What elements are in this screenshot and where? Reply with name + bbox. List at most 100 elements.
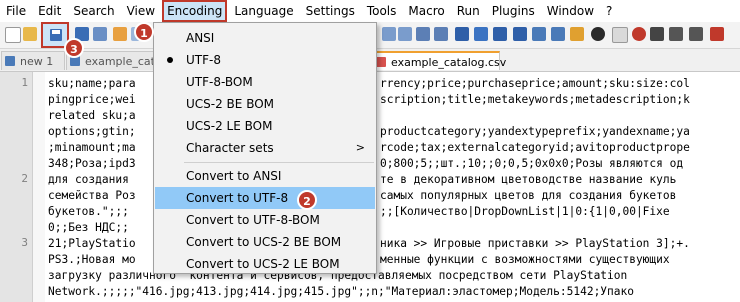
code-line: букетов.";;; xyxy=(48,205,129,218)
floppy-disk-icon xyxy=(50,29,62,41)
code-line: 348;Роза;ipd3 xyxy=(48,157,136,170)
code-line: options;gtin; xyxy=(48,125,136,138)
sync-h-icon[interactable] xyxy=(434,27,448,41)
sync-v-icon[interactable] xyxy=(416,27,430,41)
code-line: 21;PlayStatio xyxy=(48,237,136,250)
menu-bar: File Edit Search View Encoding Language … xyxy=(0,0,740,22)
menu-item-label: Convert to ANSI xyxy=(186,169,282,183)
word-wrap-icon[interactable] xyxy=(455,27,469,41)
tab-new-1[interactable]: new 1 × xyxy=(1,51,65,87)
code-line: related sku;a xyxy=(48,109,136,122)
line-number-gutter: 1 2 3 xyxy=(0,72,33,302)
line-number: 2 xyxy=(21,172,28,185)
selected-dot-icon xyxy=(167,57,173,63)
step-badge-3: 3 xyxy=(64,38,84,58)
code-line: productcategory;yandextypeprefix;yandexn… xyxy=(380,125,690,138)
menu-item-character-sets[interactable]: Character sets > xyxy=(155,137,375,159)
doc-icon[interactable] xyxy=(612,27,628,43)
menu-macro[interactable]: Macro xyxy=(402,0,450,22)
menu-item-convert-ucs2-be-bom[interactable]: Convert to UCS-2 BE BOM xyxy=(155,231,375,253)
menu-item-utf8-bom[interactable]: UTF-8-BOM xyxy=(155,71,375,93)
function-list-icon[interactable] xyxy=(551,27,565,41)
menu-item-label: Convert to UTF-8 xyxy=(186,191,289,205)
menu-item-convert-ucs2-le-bom[interactable]: Convert to UCS-2 LE BOM xyxy=(155,253,375,275)
file-modified-icon xyxy=(376,57,386,67)
menu-window[interactable]: Window xyxy=(541,0,600,22)
code-line: ника >> Игровые приставки >> PlayStation… xyxy=(380,237,690,250)
menu-item-label: UCS-2 LE BOM xyxy=(186,119,273,133)
doc-map-icon[interactable] xyxy=(532,27,546,41)
code-line: 0;800;5;;шт.;10;;0;0,5;0х0х0;Розы являют… xyxy=(380,157,684,170)
code-line: те в декоративном цветоводстве название … xyxy=(380,173,677,186)
menu-item-label: Convert to UCS-2 BE BOM xyxy=(186,235,342,249)
close-icon[interactable] xyxy=(93,27,107,41)
menu-item-ucs2-be-bom[interactable]: UCS-2 BE BOM xyxy=(155,93,375,115)
code-line: PS3.;Новая мо xyxy=(48,253,136,266)
code-line: ;minamount;ma xyxy=(48,141,136,154)
all-chars-icon[interactable] xyxy=(474,27,488,41)
code-line: Network.;;;;;"416.jpg;413.jpg;414.jpg;41… xyxy=(48,285,634,298)
menu-item-label: Character sets xyxy=(186,141,274,155)
zoom-out-icon[interactable] xyxy=(398,27,412,41)
line-number: 1 xyxy=(21,76,28,89)
menu-item-convert-utf8-bom[interactable]: Convert to UTF-8-BOM xyxy=(155,209,375,231)
record-macro-icon[interactable] xyxy=(632,27,646,41)
code-line: самых популярных цветов для создания бук… xyxy=(380,189,677,202)
menu-item-label: UTF-8 xyxy=(186,53,221,67)
code-line: sku;name;para xyxy=(48,77,136,90)
print-icon[interactable] xyxy=(113,27,127,41)
udl-icon[interactable] xyxy=(513,27,527,41)
menu-item-label: Convert to UTF-8-BOM xyxy=(186,213,320,227)
code-line: менные функции с возможностями существую… xyxy=(380,253,670,266)
code-line: rrency;price;purchaseprice;amount;sku:si… xyxy=(380,77,690,90)
step-badge-2: 2 xyxy=(297,190,317,210)
open-folder-icon[interactable] xyxy=(23,27,37,41)
code-line: для создания xyxy=(48,173,129,186)
line-number: 3 xyxy=(21,236,28,249)
menu-search[interactable]: Search xyxy=(67,0,120,22)
monitor-icon[interactable] xyxy=(591,27,605,41)
menu-help[interactable]: ? xyxy=(600,0,618,22)
menu-edit[interactable]: Edit xyxy=(32,0,67,22)
menu-item-ansi[interactable]: ANSI xyxy=(155,27,375,49)
menu-item-label: ANSI xyxy=(186,31,215,45)
code-line: 0;;Без НДС;; xyxy=(48,221,129,234)
stop-macro-icon[interactable] xyxy=(650,27,664,41)
code-line: pingprice;wei xyxy=(48,93,136,106)
menu-item-label: UTF-8-BOM xyxy=(186,75,253,89)
code-line: ;;[Количество|DropDownList|1|0:{1|0,00|F… xyxy=(380,205,670,218)
play-macro-icon[interactable] xyxy=(669,27,683,41)
code-line: scription;title;metakeywords;metadescrip… xyxy=(380,93,690,106)
menu-view[interactable]: View xyxy=(121,0,161,22)
menu-item-convert-utf8[interactable]: Convert to UTF-8 xyxy=(155,187,375,209)
fold-margin xyxy=(33,72,45,302)
menu-tools[interactable]: Tools xyxy=(361,0,403,22)
chevron-right-icon: > xyxy=(355,141,365,154)
tab-label: example_cata xyxy=(85,55,162,68)
run-macro-multiple-icon[interactable] xyxy=(689,27,703,41)
save-macro-icon[interactable] xyxy=(710,27,724,41)
menu-item-label: Convert to UCS-2 LE BOM xyxy=(186,257,340,271)
tab-example-catalog-csv[interactable]: example_catalog.csv × xyxy=(372,51,506,88)
menu-file[interactable]: File xyxy=(0,0,32,22)
encoding-dropdown-menu: ANSI UTF-8 UTF-8-BOM UCS-2 BE BOM UCS-2 … xyxy=(153,22,377,274)
menu-item-convert-ansi[interactable]: Convert to ANSI xyxy=(155,165,375,187)
tab-label: example_catalog.csv xyxy=(391,56,507,69)
file-icon xyxy=(5,56,15,66)
tab-label: new 1 xyxy=(20,55,54,68)
step-badge-1: 1 xyxy=(134,22,154,42)
new-file-icon[interactable] xyxy=(5,27,21,43)
menu-separator xyxy=(184,162,374,163)
code-line: rcode;tax;externalcategoryid;avitoproduc… xyxy=(380,141,690,154)
menu-plugins[interactable]: Plugins xyxy=(486,0,541,22)
code-line: семейства Роз xyxy=(48,189,136,202)
indent-guide-icon[interactable] xyxy=(493,27,507,41)
menu-item-ucs2-le-bom[interactable]: UCS-2 LE BOM xyxy=(155,115,375,137)
zoom-in-icon[interactable] xyxy=(382,27,396,41)
folder-workspace-icon[interactable] xyxy=(570,27,584,41)
menu-encoding[interactable]: Encoding xyxy=(162,0,228,22)
menu-language[interactable]: Language xyxy=(228,0,299,22)
menu-settings[interactable]: Settings xyxy=(300,0,361,22)
menu-item-utf8[interactable]: UTF-8 xyxy=(155,49,375,71)
menu-run[interactable]: Run xyxy=(451,0,486,22)
